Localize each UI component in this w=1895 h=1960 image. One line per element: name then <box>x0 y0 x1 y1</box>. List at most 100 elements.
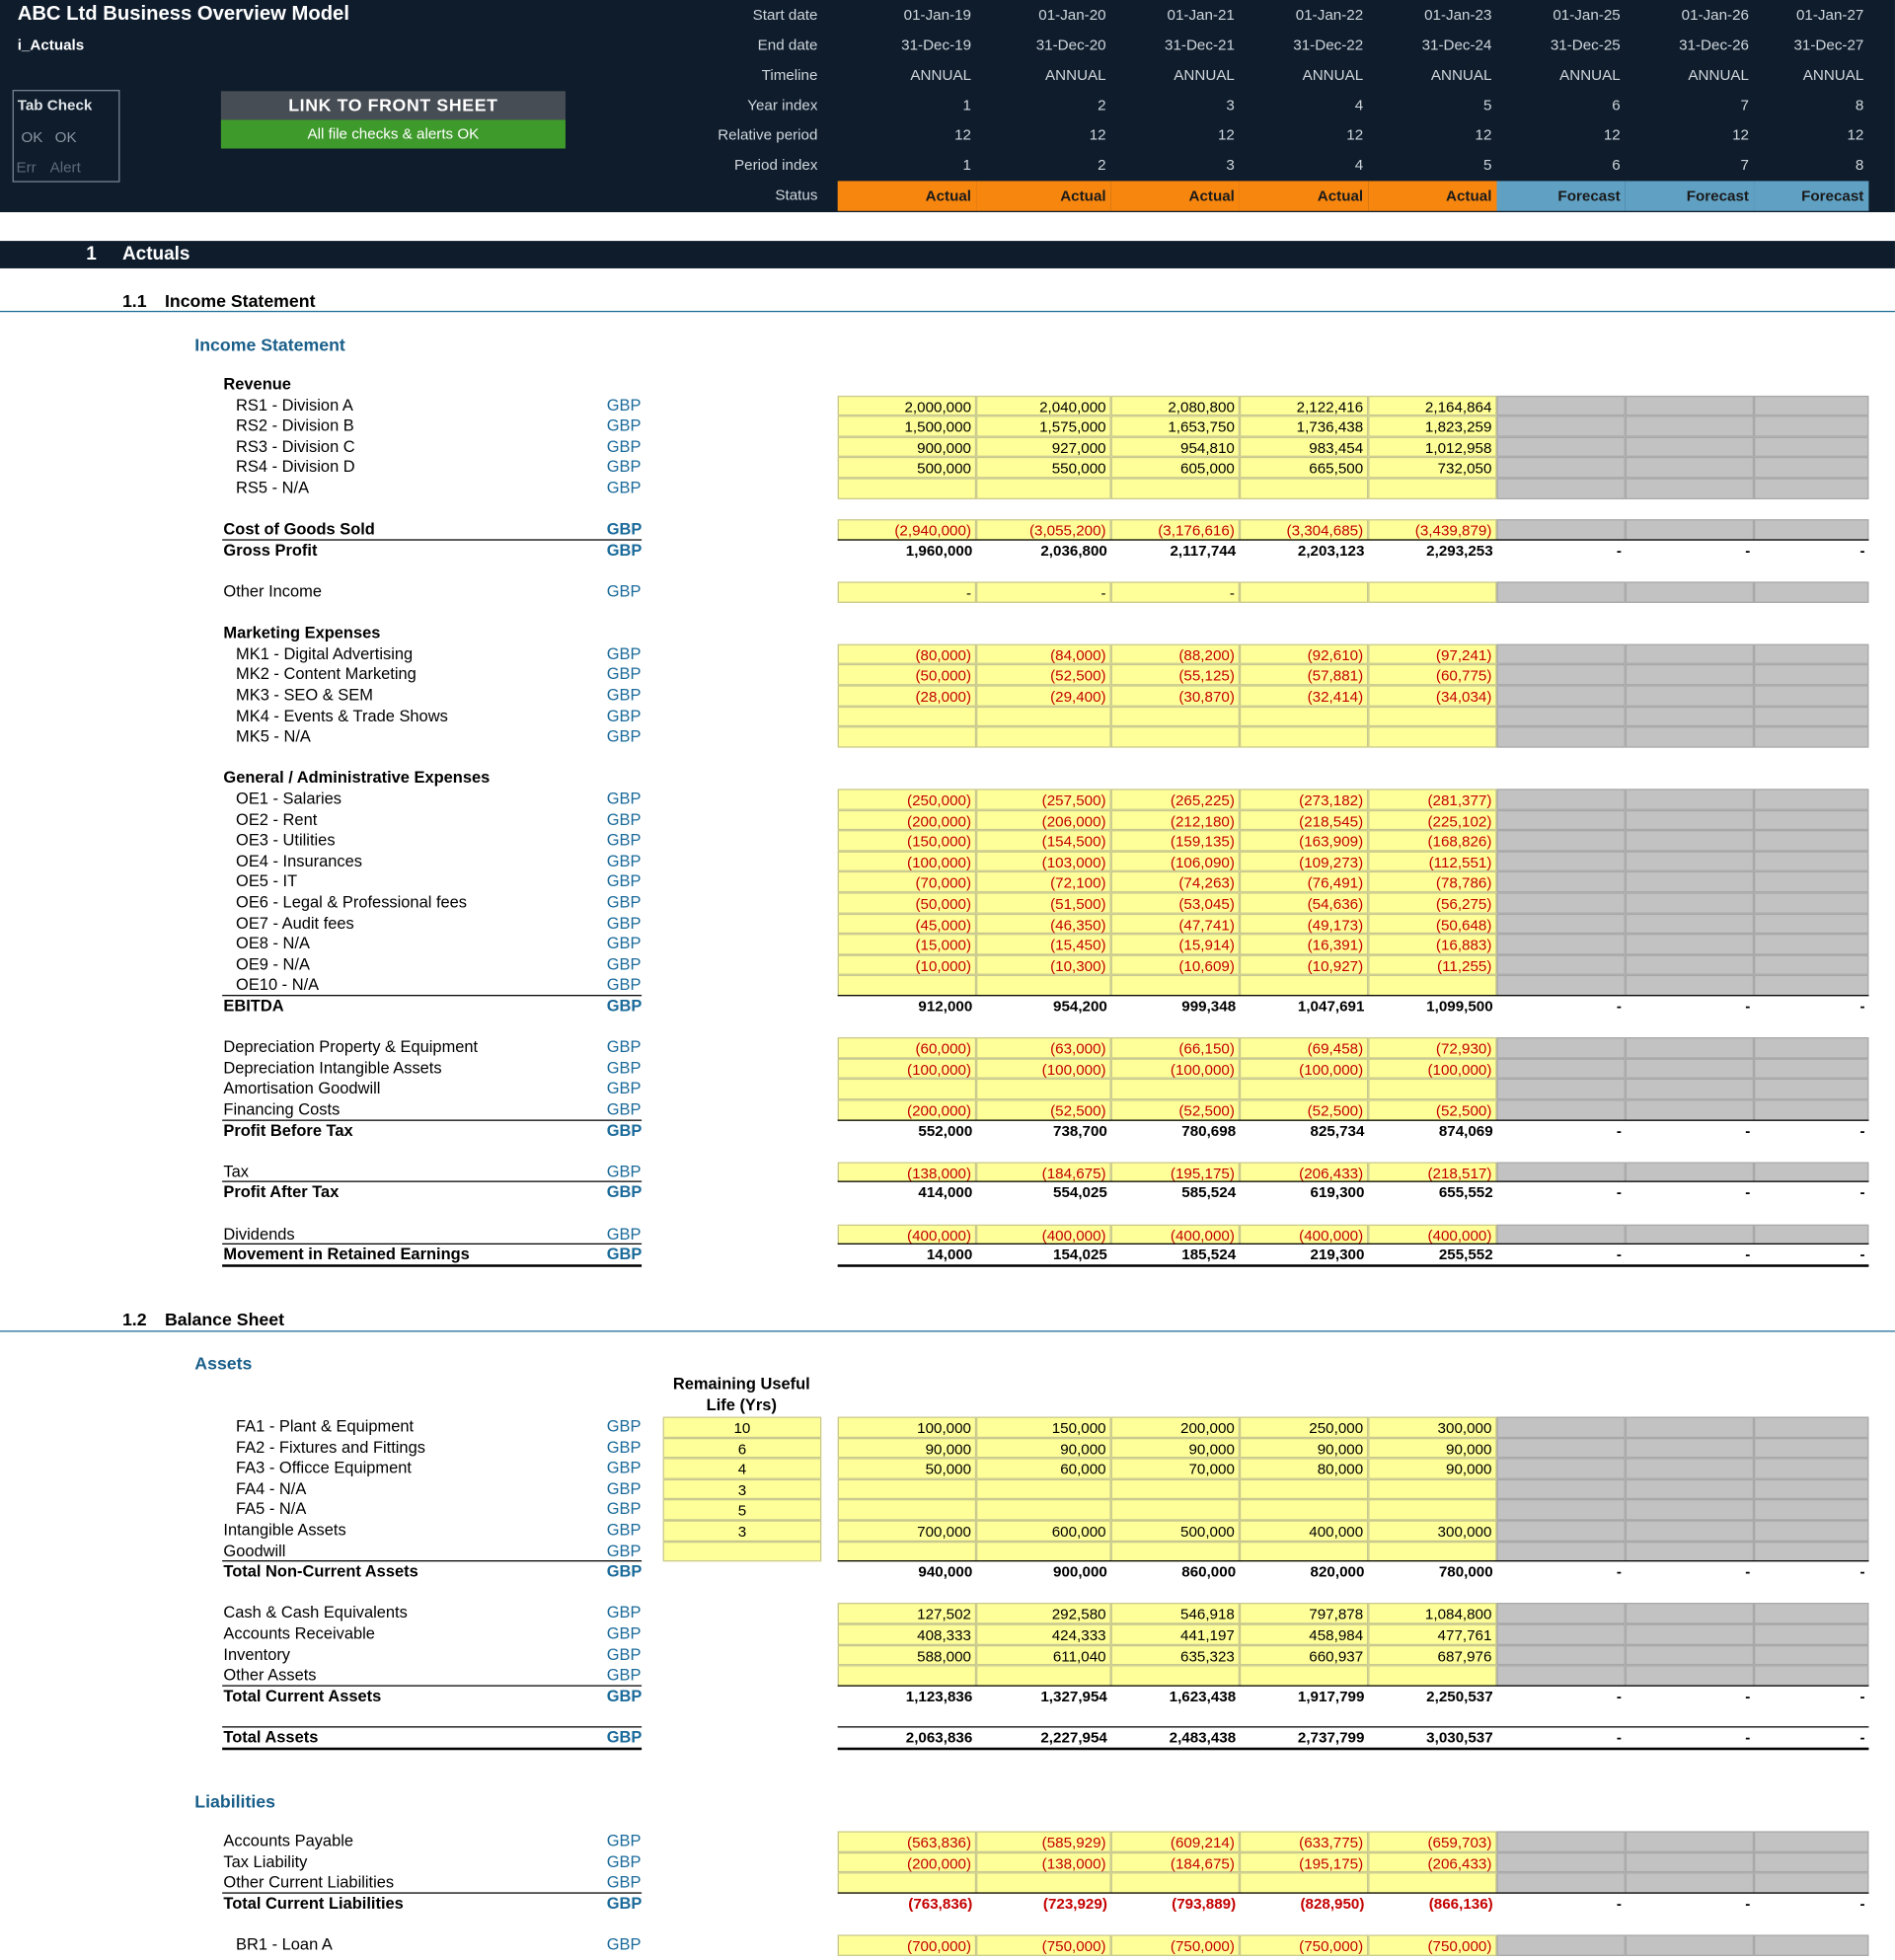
input-cell[interactable]: (10,000) <box>837 954 977 976</box>
input-cell[interactable]: (47,741) <box>1110 913 1240 935</box>
input-cell[interactable] <box>837 1541 977 1562</box>
input-cell[interactable]: (609,214) <box>1110 1831 1240 1852</box>
input-cell[interactable]: (218,545) <box>1239 809 1369 831</box>
input-cell[interactable]: (11,255) <box>1368 954 1497 976</box>
input-cell[interactable]: (400,000) <box>1368 1224 1497 1245</box>
input-cell[interactable]: (49,173) <box>1239 913 1369 935</box>
input-cell[interactable] <box>1239 1478 1369 1500</box>
input-cell[interactable] <box>1368 478 1497 499</box>
input-cell[interactable]: (88,200) <box>1110 643 1240 665</box>
input-cell[interactable]: (15,450) <box>976 934 1111 955</box>
input-cell[interactable]: (218,517) <box>1368 1162 1497 1183</box>
remaining-useful-life-cell[interactable] <box>662 1541 822 1562</box>
input-cell[interactable] <box>976 478 1111 499</box>
input-cell[interactable]: (659,703) <box>1368 1831 1497 1852</box>
input-cell[interactable]: 127,502 <box>837 1603 977 1624</box>
remaining-useful-life-cell[interactable]: 4 <box>662 1458 822 1479</box>
input-cell[interactable]: (10,609) <box>1110 954 1240 976</box>
input-cell[interactable]: 927,000 <box>976 436 1111 458</box>
input-cell[interactable]: (400,000) <box>837 1224 977 1245</box>
input-cell[interactable]: 665,500 <box>1239 457 1369 479</box>
input-cell[interactable]: (100,000) <box>1368 1058 1497 1080</box>
remaining-useful-life-cell[interactable]: 10 <box>662 1416 822 1438</box>
input-cell[interactable] <box>1368 1478 1497 1500</box>
input-cell[interactable]: (200,000) <box>837 1851 977 1873</box>
input-cell[interactable]: (206,000) <box>976 809 1111 831</box>
input-cell[interactable]: (750,000) <box>1368 1934 1497 1956</box>
input-cell[interactable]: (150,000) <box>837 830 977 852</box>
input-cell[interactable]: (54,636) <box>1239 892 1369 914</box>
input-cell[interactable]: - <box>976 581 1111 603</box>
input-cell[interactable] <box>976 975 1111 997</box>
input-cell[interactable]: 1,653,750 <box>1110 415 1240 437</box>
input-cell[interactable]: 1,012,958 <box>1368 436 1497 458</box>
input-cell[interactable]: (750,000) <box>1110 1934 1240 1956</box>
input-cell[interactable]: (225,102) <box>1368 809 1497 831</box>
input-cell[interactable]: (633,775) <box>1239 1831 1369 1852</box>
input-cell[interactable]: 2,164,864 <box>1368 395 1497 416</box>
link-to-front-sheet-button[interactable]: LINK TO FRONT SHEET <box>220 91 566 120</box>
input-cell[interactable] <box>1368 706 1497 727</box>
input-cell[interactable] <box>1239 1872 1369 1894</box>
input-cell[interactable]: 983,454 <box>1239 436 1369 458</box>
input-cell[interactable]: (700,000) <box>837 1934 977 1956</box>
input-cell[interactable]: (84,000) <box>976 643 1111 665</box>
input-cell[interactable] <box>1239 975 1369 997</box>
input-cell[interactable]: (100,000) <box>976 1058 1111 1080</box>
input-cell[interactable] <box>1239 726 1369 748</box>
input-cell[interactable]: 90,000 <box>1239 1437 1369 1459</box>
input-cell[interactable] <box>837 478 977 499</box>
input-cell[interactable]: (200,000) <box>837 809 977 831</box>
input-cell[interactable]: 50,000 <box>837 1458 977 1479</box>
remaining-useful-life-cell[interactable]: 5 <box>662 1499 822 1521</box>
input-cell[interactable]: 550,000 <box>976 457 1111 479</box>
input-cell[interactable] <box>1110 706 1240 727</box>
input-cell[interactable]: 200,000 <box>1110 1416 1240 1438</box>
input-cell[interactable]: 500,000 <box>837 457 977 479</box>
input-cell[interactable] <box>976 1872 1111 1894</box>
input-cell[interactable]: 70,000 <box>1110 1458 1240 1479</box>
input-cell[interactable]: 2,122,416 <box>1239 395 1369 416</box>
input-cell[interactable]: 2,040,000 <box>976 395 1111 416</box>
input-cell[interactable] <box>1368 1079 1497 1100</box>
input-cell[interactable]: (34,034) <box>1368 685 1497 707</box>
input-cell[interactable]: (200,000) <box>837 1099 977 1121</box>
input-cell[interactable]: 292,580 <box>976 1603 1111 1624</box>
input-cell[interactable]: (3,304,685) <box>1239 519 1369 541</box>
input-cell[interactable]: (50,000) <box>837 664 977 686</box>
input-cell[interactable]: (53,045) <box>1110 892 1240 914</box>
input-cell[interactable]: (15,000) <box>837 934 977 955</box>
input-cell[interactable]: (100,000) <box>1239 1058 1369 1080</box>
input-cell[interactable]: 408,333 <box>837 1623 977 1645</box>
input-cell[interactable] <box>837 1872 977 1894</box>
input-cell[interactable]: (138,000) <box>976 1851 1111 1873</box>
input-cell[interactable]: (257,500) <box>976 789 1111 810</box>
input-cell[interactable] <box>1368 1665 1497 1687</box>
input-cell[interactable]: (206,433) <box>1368 1851 1497 1873</box>
input-cell[interactable] <box>976 726 1111 748</box>
input-cell[interactable]: (109,273) <box>1239 851 1369 872</box>
input-cell[interactable]: 588,000 <box>837 1644 977 1666</box>
input-cell[interactable]: (56,275) <box>1368 892 1497 914</box>
input-cell[interactable]: (563,836) <box>837 1831 977 1852</box>
input-cell[interactable]: (55,125) <box>1110 664 1240 686</box>
input-cell[interactable] <box>1239 1079 1369 1100</box>
input-cell[interactable]: (400,000) <box>1110 1224 1240 1245</box>
input-cell[interactable]: (195,175) <box>1239 1851 1369 1873</box>
input-cell[interactable]: (2,940,000) <box>837 519 977 541</box>
input-cell[interactable] <box>976 1079 1111 1100</box>
input-cell[interactable] <box>976 1665 1111 1687</box>
input-cell[interactable] <box>837 1478 977 1500</box>
input-cell[interactable] <box>1368 975 1497 997</box>
input-cell[interactable]: 687,976 <box>1368 1644 1497 1666</box>
input-cell[interactable]: 732,050 <box>1368 457 1497 479</box>
input-cell[interactable]: (750,000) <box>1239 1934 1369 1956</box>
input-cell[interactable]: (72,100) <box>976 871 1111 893</box>
input-cell[interactable]: (60,775) <box>1368 664 1497 686</box>
input-cell[interactable]: (46,350) <box>976 913 1111 935</box>
input-cell[interactable]: (66,150) <box>1110 1037 1240 1059</box>
input-cell[interactable]: (72,930) <box>1368 1037 1497 1059</box>
input-cell[interactable]: (100,000) <box>1110 1058 1240 1080</box>
input-cell[interactable]: 90,000 <box>837 1437 977 1459</box>
input-cell[interactable]: 605,000 <box>1110 457 1240 479</box>
